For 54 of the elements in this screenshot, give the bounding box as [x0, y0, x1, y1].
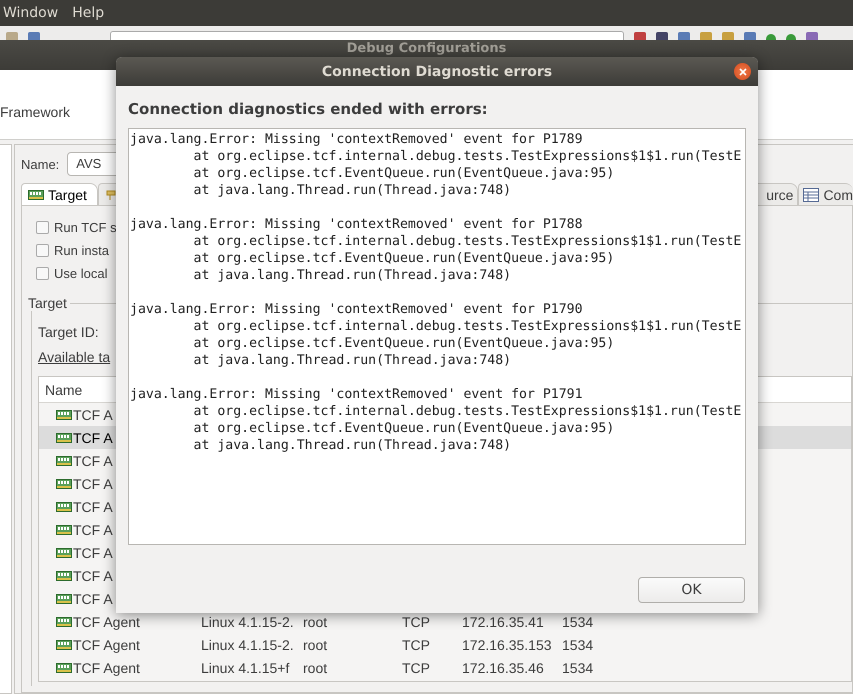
- table-cell: TCF A: [73, 430, 113, 446]
- table-cell: Linux 4.1.15-2.: [201, 614, 294, 630]
- table-cell: TCF A: [73, 406, 113, 422]
- table-cell: TCF A: [73, 590, 113, 606]
- page-header: Framework: [0, 104, 70, 120]
- table-cell: TCP: [402, 660, 430, 676]
- log-line: at org.eclipse.tcf.internal.debug.tests.TestExpressions$1$1.run(TestE: [192, 318, 742, 335]
- table-cell: 172.16.35.153: [462, 636, 552, 652]
- table-cell: TCF Agent: [73, 636, 140, 652]
- field-label: Target ID:: [38, 324, 99, 340]
- dialog-title: Connection Diagnostic errors: [322, 64, 552, 80]
- table-cell: root: [303, 614, 328, 630]
- log-line: at java.lang.Thread.run(Thread.java:748): [192, 352, 512, 369]
- dialog-heading: Connection diagnostics ended with errors:: [128, 100, 489, 120]
- field-label: Name:: [21, 156, 60, 172]
- table-cell: root: [303, 660, 328, 676]
- log-line: at org.eclipse.tcf.internal.debug.tests.TestExpressions$1$1.run(TestE: [192, 148, 742, 165]
- table-cell: 1534: [562, 614, 594, 630]
- table-cell: Linux 4.1.15-2.: [201, 636, 294, 652]
- table-cell: 1534: [562, 660, 594, 676]
- group-label: Target: [28, 295, 70, 311]
- field-label: Available ta: [38, 349, 110, 365]
- log-line: at org.eclipse.tcf.internal.debug.tests.TestExpressions$1$1.run(TestE: [192, 233, 742, 250]
- table-cell: 172.16.35.41: [462, 614, 544, 630]
- table-cell: TCP: [402, 614, 430, 630]
- window-title: Debug Configurations: [346, 41, 506, 56]
- checkbox-label: Use local: [54, 266, 108, 281]
- log-line: java.lang.Error: Missing 'contextRemoved' event for P1788: [130, 216, 584, 233]
- log-line: at java.lang.Thread.run(Thread.java:748): [192, 182, 512, 199]
- table-cell: TCF A: [73, 568, 113, 584]
- table-cell: TCF A: [73, 452, 113, 468]
- table-cell: root: [303, 636, 328, 652]
- checkbox-label: Run TCF s: [54, 220, 117, 235]
- table-cell: TCF A: [73, 522, 113, 538]
- table-cell: 1534: [562, 636, 594, 652]
- log-line: at java.lang.Thread.run(Thread.java:748): [192, 437, 512, 454]
- table-cell: TCF A: [73, 544, 113, 560]
- table-cell: TCF A: [73, 476, 113, 492]
- log-line: java.lang.Error: Missing 'contextRemoved' event for P1789: [130, 131, 584, 148]
- log-line: java.lang.Error: Missing 'contextRemoved' event for P1791: [130, 386, 584, 403]
- log-line: at org.eclipse.tcf.internal.debug.tests.TestExpressions$1$1.run(TestE: [192, 403, 742, 420]
- log-line: at org.eclipse.tcf.EventQueue.run(EventQueue.java:95): [192, 420, 616, 437]
- log-line: at org.eclipse.tcf.EventQueue.run(EventQueue.java:95): [192, 335, 616, 352]
- log-line: at java.lang.Thread.run(Thread.java:748): [192, 267, 512, 284]
- table-cell: TCF Agent: [73, 660, 140, 676]
- table-cell: 172.16.35.46: [462, 660, 544, 676]
- log-line: at org.eclipse.tcf.EventQueue.run(EventQueue.java:95): [192, 250, 616, 267]
- checkbox-label: Run insta: [54, 243, 109, 258]
- table-cell: TCP: [402, 636, 430, 652]
- table-cell: Linux 4.1.15+f: [201, 660, 290, 676]
- table-cell: TCF Agent: [73, 614, 140, 630]
- log-line: java.lang.Error: Missing 'contextRemoved' event for P1790: [130, 301, 584, 318]
- log-line: at org.eclipse.tcf.EventQueue.run(EventQueue.java:95): [192, 165, 616, 182]
- table-cell: TCF A: [73, 498, 113, 514]
